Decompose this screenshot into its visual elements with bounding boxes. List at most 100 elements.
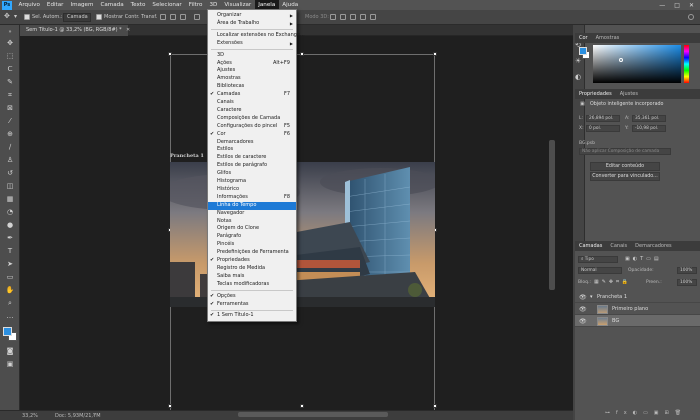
eraser-tool-icon[interactable]: ◫ [5,182,15,191]
horizontal-scrollbar[interactable] [238,412,388,417]
layer-actions[interactable]: ⊶fx◐▭▣⊞🗑 [605,410,687,416]
layer-comp-dropdown[interactable]: Não aplicar Composição de camada [579,148,671,155]
tab-canais[interactable]: Canais [606,243,631,249]
crop-tool-icon[interactable]: ⌗ [5,91,15,100]
gradient-tool-icon[interactable]: ▦ [5,195,15,204]
minimize-button[interactable]: — [659,2,665,9]
quick-select-tool-icon[interactable]: ✎ [5,78,15,87]
transform-handle[interactable] [168,404,172,408]
close-button[interactable]: ✕ [689,2,694,9]
show-transform-checkbox[interactable] [96,14,102,20]
x-field[interactable]: 0 pol. [586,125,620,132]
more-tools-icon[interactable]: … [5,312,15,321]
move-tool-icon[interactable]: ✥ [4,12,10,20]
scale-3d-icon[interactable] [370,14,376,20]
menu-item[interactable]: Organizar ▶ [208,12,296,20]
tab-cor[interactable]: Cor [575,35,592,41]
menu-item[interactable]: Saiba mais [208,273,296,281]
menu-item[interactable]: Demarcadores [208,139,296,147]
align-middle-icon[interactable] [170,14,176,20]
eye-icon[interactable]: 👁 [579,294,587,301]
slide-3d-icon[interactable] [360,14,366,20]
auto-select-dropdown[interactable]: Camada [63,13,91,22]
menu-item[interactable]: Localizar extensões no Exchange... [208,32,305,40]
transform-handle[interactable] [433,52,437,56]
marquee-tool-icon[interactable]: ⬚ [5,52,15,61]
maximize-button[interactable]: □ [674,2,680,9]
layer-row-artboard[interactable]: 👁 ▾ Prancheta 1 [575,291,700,303]
menu-arquivo[interactable]: Arquivo [15,0,43,10]
pan-3d-icon[interactable] [350,14,356,20]
menu-item[interactable]: Caractere [208,107,296,115]
menu-item[interactable]: Ações Alt+F9 [208,60,296,68]
tab-ajustes[interactable]: Ajustes [616,91,642,97]
collapse-icon[interactable]: » [5,28,15,37]
menu-item[interactable]: Glifos [208,170,296,178]
align-left-icon[interactable] [194,14,200,20]
dodge-tool-icon[interactable]: ● [5,221,15,230]
screen-mode-icon[interactable]: ▣ [5,360,15,369]
menu-texto[interactable]: Texto [127,0,149,10]
opacity-field[interactable]: 100% [677,267,697,274]
menu-item[interactable]: Estilos de parágrafo [208,162,296,170]
history-brush-tool-icon[interactable]: ↺ [5,169,15,178]
filter-icons[interactable]: ▣◐T▭▤ [625,256,662,262]
healing-brush-tool-icon[interactable]: ⊕ [5,130,15,139]
color-field[interactable] [593,45,681,83]
menu-item[interactable]: Navegador [208,210,296,218]
layer-row-primeiro-plano[interactable]: 👁 Primeiro plano [575,303,700,315]
type-tool-icon[interactable]: T [5,247,15,256]
vertical-scrollbar[interactable] [549,140,555,290]
chevron-down-icon[interactable]: ▾ [14,13,17,20]
menu-filtro[interactable]: Filtro [185,0,206,10]
edit-contents-button[interactable]: Editar conteúdo [590,162,660,171]
clone-stamp-tool-icon[interactable]: ♙ [5,156,15,165]
search-icon[interactable] [688,14,694,20]
menu-item[interactable]: Amostras [208,75,296,83]
menu-item[interactable]: Histórico [208,186,296,194]
menu-item[interactable]: Cor ✔ F6 [208,131,296,139]
menu-camada[interactable]: Camada [97,0,127,10]
menu-item[interactable]: Propriedades ✔ [208,257,296,265]
zoom-level[interactable]: 33,2% [22,413,38,419]
hand-tool-icon[interactable]: ✋ [5,286,15,295]
align-bottom-icon[interactable] [180,14,186,20]
frame-tool-icon[interactable]: ⊠ [5,104,15,113]
tab-demarcadores[interactable]: Demarcadores [631,243,675,249]
menu-item[interactable]: 3D [208,52,296,60]
transform-handle[interactable] [300,52,304,56]
menu-item[interactable]: Predefinições de Ferramenta [208,249,296,257]
menu-item[interactable]: Canais [208,99,296,107]
menu-selecionar[interactable]: Selecionar [149,0,185,10]
transform-handle[interactable] [433,404,437,408]
menu-item[interactable]: Parágrafo [208,233,296,241]
hue-slider[interactable] [684,45,689,83]
path-select-tool-icon[interactable]: ➤ [5,260,15,269]
menu-item[interactable]: Estilos de caractere [208,154,296,162]
eye-icon[interactable]: 👁 [579,306,587,313]
menu-item[interactable]: Informações F8 [208,194,296,202]
adjust-panel-icon[interactable]: ◐ [575,73,581,81]
menu-item[interactable]: Pincéis [208,241,296,249]
layer-row-bg[interactable]: 👁 BG [575,315,700,327]
chevron-down-icon[interactable]: ▾ [590,294,593,300]
tab-amostras[interactable]: Amostras [592,35,624,41]
menu-item[interactable]: Notas [208,218,296,226]
tab-camadas[interactable]: Camadas [575,243,606,249]
rectangle-tool-icon[interactable]: ▭ [5,273,15,282]
eye-icon[interactable]: 👁 [579,318,587,325]
menu-item[interactable]: Ajustes [208,67,296,75]
layer-filter-dropdown[interactable]: ⌕ Tipo [578,256,618,263]
move-tool-icon[interactable]: ✥ [5,39,15,48]
menu-item[interactable]: Histograma [208,178,296,186]
menu-item[interactable]: Camadas ✔ F7 [208,91,296,99]
auto-select-checkbox[interactable] [24,14,30,20]
transform-handle[interactable] [168,52,172,56]
y-field[interactable]: -10,98 pol. [632,125,666,132]
color-picker-cursor[interactable] [619,58,623,62]
menu-item[interactable]: Registro de Medida [208,265,296,273]
transform-handle[interactable] [300,404,304,408]
menu-item[interactable]: Bibliotecas [208,83,296,91]
artboard-label[interactable]: Prancheta 1 [170,153,204,159]
lock-icons[interactable]: ▦✎✥⌗🔒 [594,279,631,285]
